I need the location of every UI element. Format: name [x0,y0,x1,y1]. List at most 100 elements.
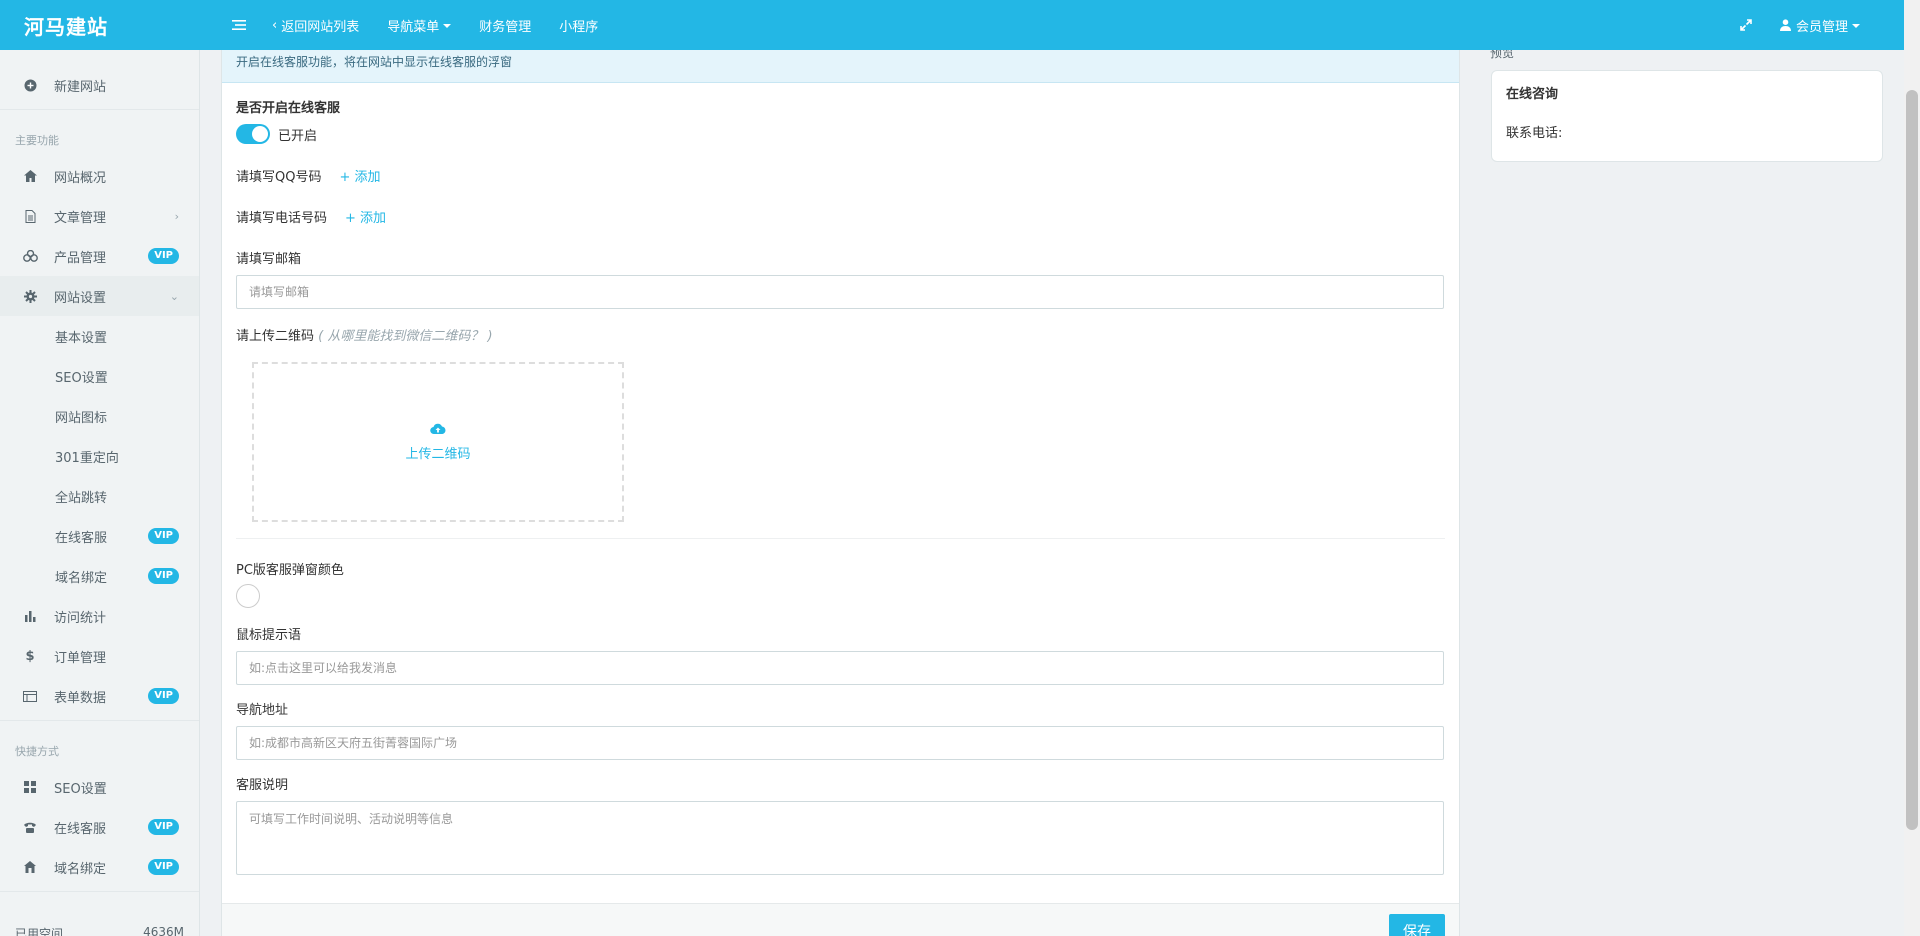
vip-badge: VIP [148,819,179,835]
tooltip-input[interactable] [236,651,1444,685]
color-picker[interactable] [236,584,260,608]
home-icon [22,859,38,875]
info-notice: 开启在线客服功能，将在网站中显示在线客服的浮窗 [222,45,1459,83]
sidebar-item-label: 表单数据 [54,690,107,706]
shortcut-domain[interactable]: 域名绑定 VIP [0,847,199,887]
member-menu-dropdown[interactable]: 会员管理 [1766,0,1874,50]
sidebar-subitem-service[interactable]: 在线客服 VIP [0,516,199,556]
address-input[interactable] [236,726,1444,760]
sidebar-subitem-icon[interactable]: 网站图标 [0,396,199,436]
address-label: 导航地址 [236,703,289,718]
sidebar-item-label: 域名绑定 [55,570,108,586]
sidebar-divider [0,891,199,892]
sidebar-item-stats[interactable]: 访问统计 [0,596,199,636]
form-divider [236,538,1445,539]
chevron-right-icon: › [174,209,179,223]
sidebar-item-overview[interactable]: 网站概况 [0,156,199,196]
add-phone-link[interactable]: + 添加 [345,207,386,226]
color-label: PC版客服弹窗颜色 [236,563,344,578]
sidebar-item-label: 新建网站 [54,79,107,95]
finance-link[interactable]: 财务管理 [465,0,545,50]
used-space-value: 4636M [143,925,184,936]
sidebar-subitem-seo[interactable]: SEO设置 [0,356,199,396]
sidebar-section-main: 主要功能 [15,134,59,147]
vip-badge: VIP [148,859,179,875]
sidebar-item-label: SEO设置 [54,781,107,797]
enable-label: 是否开启在线客服 [236,101,341,116]
sidebar-item-products[interactable]: 产品管理 VIP [0,236,199,276]
dollar-icon: $ [25,648,35,664]
plus-circle-icon [22,77,38,93]
top-nav: ‹ 返回网站列表 导航菜单 财务管理 小程序 [200,0,612,50]
sidebar-section-shortcut: 快捷方式 [15,745,59,758]
sidebar-divider [0,720,199,721]
scrollbar-thumb[interactable] [1906,90,1918,830]
sidebar-item-label: 网站设置 [54,290,107,306]
sidebar-item-articles[interactable]: 文章管理 › [0,196,199,236]
qq-row: 请填写QQ号码 + 添加 [236,166,1445,185]
home-icon [22,168,38,184]
phone-icon [22,819,38,835]
vip-badge: VIP [148,528,179,544]
sidebar-item-label: 文章管理 [54,210,107,226]
sidebar-subitem-domain[interactable]: 域名绑定 VIP [0,556,199,596]
phone-label: 请填写电话号码 [236,211,328,226]
table-icon [22,688,38,704]
description-textarea[interactable] [236,801,1444,875]
sidebar-subitem-redirect[interactable]: 301重定向 [0,436,199,476]
fullscreen-icon[interactable] [1726,0,1766,50]
vip-badge: VIP [148,568,179,584]
top-right: 会员管理 [1726,0,1904,50]
sidebar: 新建网站 主要功能 网站概况 文章管理 › 产品管理 VIP 网站设置 ⌄ 基本… [0,50,200,936]
qrcode-help-link[interactable]: ( 从哪里能找到微信二维码？ ) [318,329,492,344]
sidebar-item-new-site[interactable]: 新建网站 [0,65,199,105]
vip-badge: VIP [148,248,179,264]
nav-menu-dropdown[interactable]: 导航菜单 [373,0,465,50]
sidebar-item-label: 在线客服 [54,821,107,837]
sidebar-item-orders[interactable]: $ 订单管理 [0,636,199,676]
service-settings-panel: 开启在线客服功能，将在网站中显示在线客服的浮窗 是否开启在线客服 已开启 请填写… [221,44,1460,936]
sidebar-item-label: 在线客服 [55,530,108,546]
miniapp-link[interactable]: 小程序 [545,0,612,50]
qrcode-label: 请上传二维码 [236,329,315,344]
brand-logo[interactable]: 河马建站 [0,0,200,50]
qrcode-uploader[interactable]: 上传二维码 [252,362,624,522]
back-to-site-list-link[interactable]: ‹ 返回网站列表 [258,0,373,50]
dashboard-icon [22,779,38,795]
email-input[interactable] [236,275,1444,309]
file-icon [22,208,38,224]
sidebar-item-label: 产品管理 [54,250,107,266]
enable-row: 已开启 [236,124,1445,144]
member-label: 会员管理 [1795,19,1848,35]
sidebar-item-label: 域名绑定 [54,861,107,877]
qq-label: 请填写QQ号码 [236,170,322,185]
enable-status: 已开启 [278,128,318,144]
shortcut-seo[interactable]: SEO设置 [0,767,199,807]
caret-down-icon [443,24,452,28]
sidebar-item-settings[interactable]: 网站设置 ⌄ [0,276,199,316]
menu-toggle-icon[interactable] [228,0,258,50]
sidebar-subitem-jump[interactable]: 全站跳转 [0,476,199,516]
cubes-icon [22,248,38,264]
page-scrollbar[interactable] [1904,0,1920,936]
top-bar: 河马建站 ‹ 返回网站列表 导航菜单 财务管理 小程序 会员管理 [0,0,1904,50]
sidebar-item-forms[interactable]: 表单数据 VIP [0,676,199,716]
phone-row: 请填写电话号码 + 添加 [236,207,1445,226]
bar-chart-icon [22,608,38,624]
form-footer: 保存 [222,903,1459,936]
sidebar-divider [0,109,199,110]
qrcode-label-row: 请上传二维码 ( 从哪里能找到微信二维码？ ) [236,325,1445,344]
used-space: 已用空间 4636M [15,925,184,936]
enable-toggle[interactable] [236,124,270,144]
email-label: 请填写邮箱 [236,252,302,267]
vip-badge: VIP [148,688,179,704]
desc-label: 客服说明 [236,778,289,793]
upload-label: 上传二维码 [405,446,471,462]
tooltip-label: 鼠标提示语 [236,628,302,643]
sidebar-item-label: 网站概况 [54,170,107,186]
preview-card: 在线咨询 联系电话: [1491,70,1883,162]
add-qq-link[interactable]: + 添加 [339,166,380,185]
save-button[interactable]: 保存 [1389,914,1445,936]
sidebar-subitem-basic[interactable]: 基本设置 [0,316,199,356]
shortcut-service[interactable]: 在线客服 VIP [0,807,199,847]
